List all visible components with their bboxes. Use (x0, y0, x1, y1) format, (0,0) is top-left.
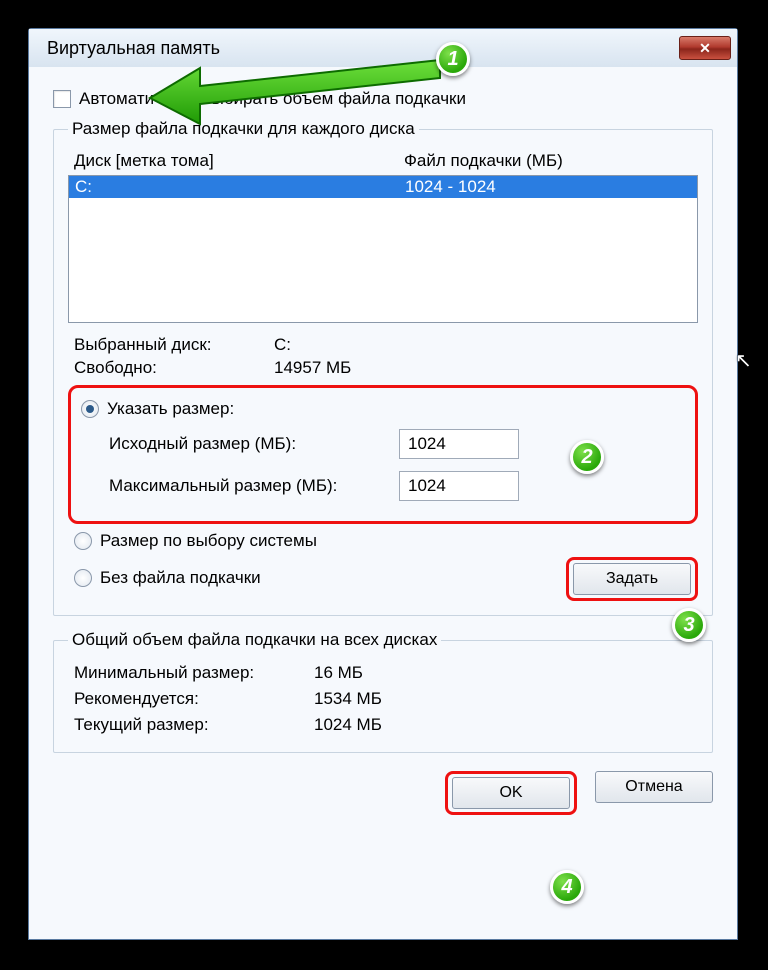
radio-none-label: Без файла подкачки (100, 568, 261, 588)
selected-disk-value: C: (274, 335, 291, 355)
radio-system-label: Размер по выбору системы (100, 531, 317, 551)
radio-icon (81, 400, 99, 418)
list-headers: Диск [метка тома] Файл подкачки (МБ) (68, 149, 698, 175)
each-drive-group: Размер файла подкачки для каждого диска … (53, 119, 713, 616)
ok-button[interactable]: OK (452, 777, 570, 809)
min-allowed-value: 16 МБ (314, 663, 363, 683)
cursor-icon: ↖ (735, 348, 752, 373)
radio-icon (74, 532, 92, 550)
max-size-input[interactable] (399, 471, 519, 501)
radio-no-pagefile[interactable]: Без файла подкачки (68, 565, 566, 592)
annotation-badge-4: 4 (550, 870, 584, 904)
min-allowed-label: Минимальный размер: (74, 663, 314, 683)
radio-icon (74, 569, 92, 587)
selected-disk-label: Выбранный диск: (74, 335, 274, 355)
virtual-memory-dialog: Виртуальная память ✕ Автоматически выбир… (28, 28, 738, 940)
free-space-value: 14957 МБ (274, 358, 351, 378)
close-icon: ✕ (699, 40, 711, 57)
col-disk-header: Диск [метка тома] (74, 151, 404, 171)
set-button[interactable]: Задать (573, 563, 691, 595)
checkbox-icon (53, 90, 71, 108)
close-button[interactable]: ✕ (679, 36, 731, 60)
total-group: Общий объем файла подкачки на всех диска… (53, 630, 713, 753)
current-size-value: 1024 МБ (314, 715, 382, 735)
initial-size-input[interactable] (399, 429, 519, 459)
radio-custom-label: Указать размер: (107, 399, 234, 419)
annotation-arrow (140, 38, 470, 128)
free-space-label: Свободно: (74, 358, 274, 378)
radio-custom-size[interactable]: Указать размер: (81, 396, 685, 423)
col-pagefile-header: Файл подкачки (МБ) (404, 151, 563, 171)
set-button-highlight: Задать (566, 557, 698, 601)
cancel-button[interactable]: Отмена (595, 771, 713, 803)
list-drive: C: (75, 177, 405, 197)
annotation-badge-3: 3 (672, 608, 706, 642)
ok-button-highlight: OK (445, 771, 577, 815)
initial-size-label: Исходный размер (МБ): (109, 434, 399, 454)
list-item[interactable]: C: 1024 - 1024 (69, 176, 697, 198)
radio-system-managed[interactable]: Размер по выбору системы (68, 528, 698, 555)
recommended-value: 1534 МБ (314, 689, 382, 709)
annotation-badge-1: 1 (436, 42, 470, 76)
max-size-label: Максимальный размер (МБ): (109, 476, 399, 496)
list-size: 1024 - 1024 (405, 177, 496, 197)
total-group-legend: Общий объем файла подкачки на всех диска… (68, 630, 441, 650)
annotation-badge-2: 2 (570, 440, 604, 474)
current-size-label: Текущий размер: (74, 715, 314, 735)
drive-listbox[interactable]: C: 1024 - 1024 (68, 175, 698, 323)
recommended-label: Рекомендуется: (74, 689, 314, 709)
